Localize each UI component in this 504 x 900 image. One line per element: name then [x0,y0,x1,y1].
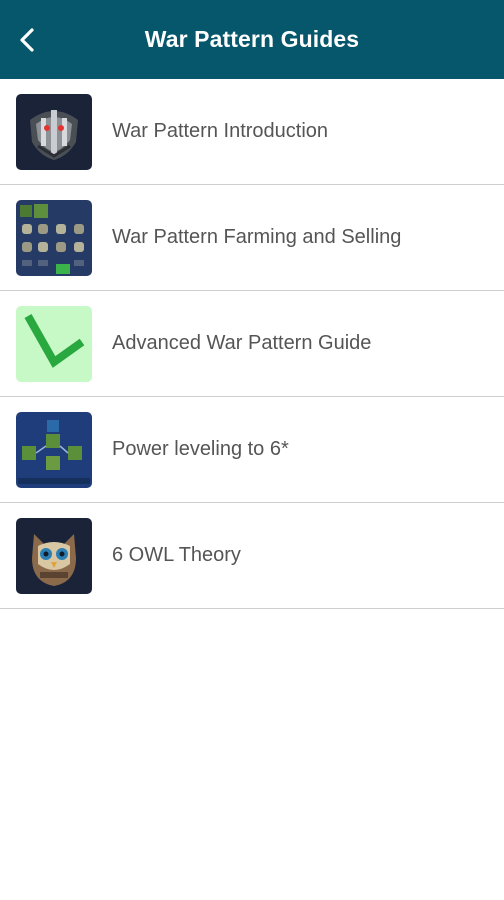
guide-list: War Pattern Introduction War Pattern Far… [0,79,504,609]
chevron-left-icon [20,28,34,52]
guide-item-advanced-guide[interactable]: Advanced War Pattern Guide [0,291,504,397]
guide-label: War Pattern Introduction [112,120,329,142]
green-check-icon [16,306,92,382]
page-title: War Pattern Guides [144,26,360,52]
farming-grid-icon [16,200,92,276]
app-bar: War Pattern Guides [0,0,504,79]
guide-item-war-pattern-introduction[interactable]: War Pattern Introduction [0,79,504,185]
guide-label: Advanced War Pattern Guide [112,332,372,354]
guide-label: Power leveling to 6* [112,438,289,460]
owl-icon [16,518,92,594]
guide-label: War Pattern Farming and Selling [112,226,402,248]
power-level-tree-icon [16,412,92,488]
guide-label: 6 OWL Theory [112,544,241,566]
guide-item-farming-and-selling[interactable]: War Pattern Farming and Selling [0,185,504,291]
back-button[interactable] [8,20,48,60]
guide-item-power-leveling[interactable]: Power leveling to 6* [0,397,504,503]
guide-item-6-owl-theory[interactable]: 6 OWL Theory [0,503,504,609]
war-mask-icon [16,94,92,170]
